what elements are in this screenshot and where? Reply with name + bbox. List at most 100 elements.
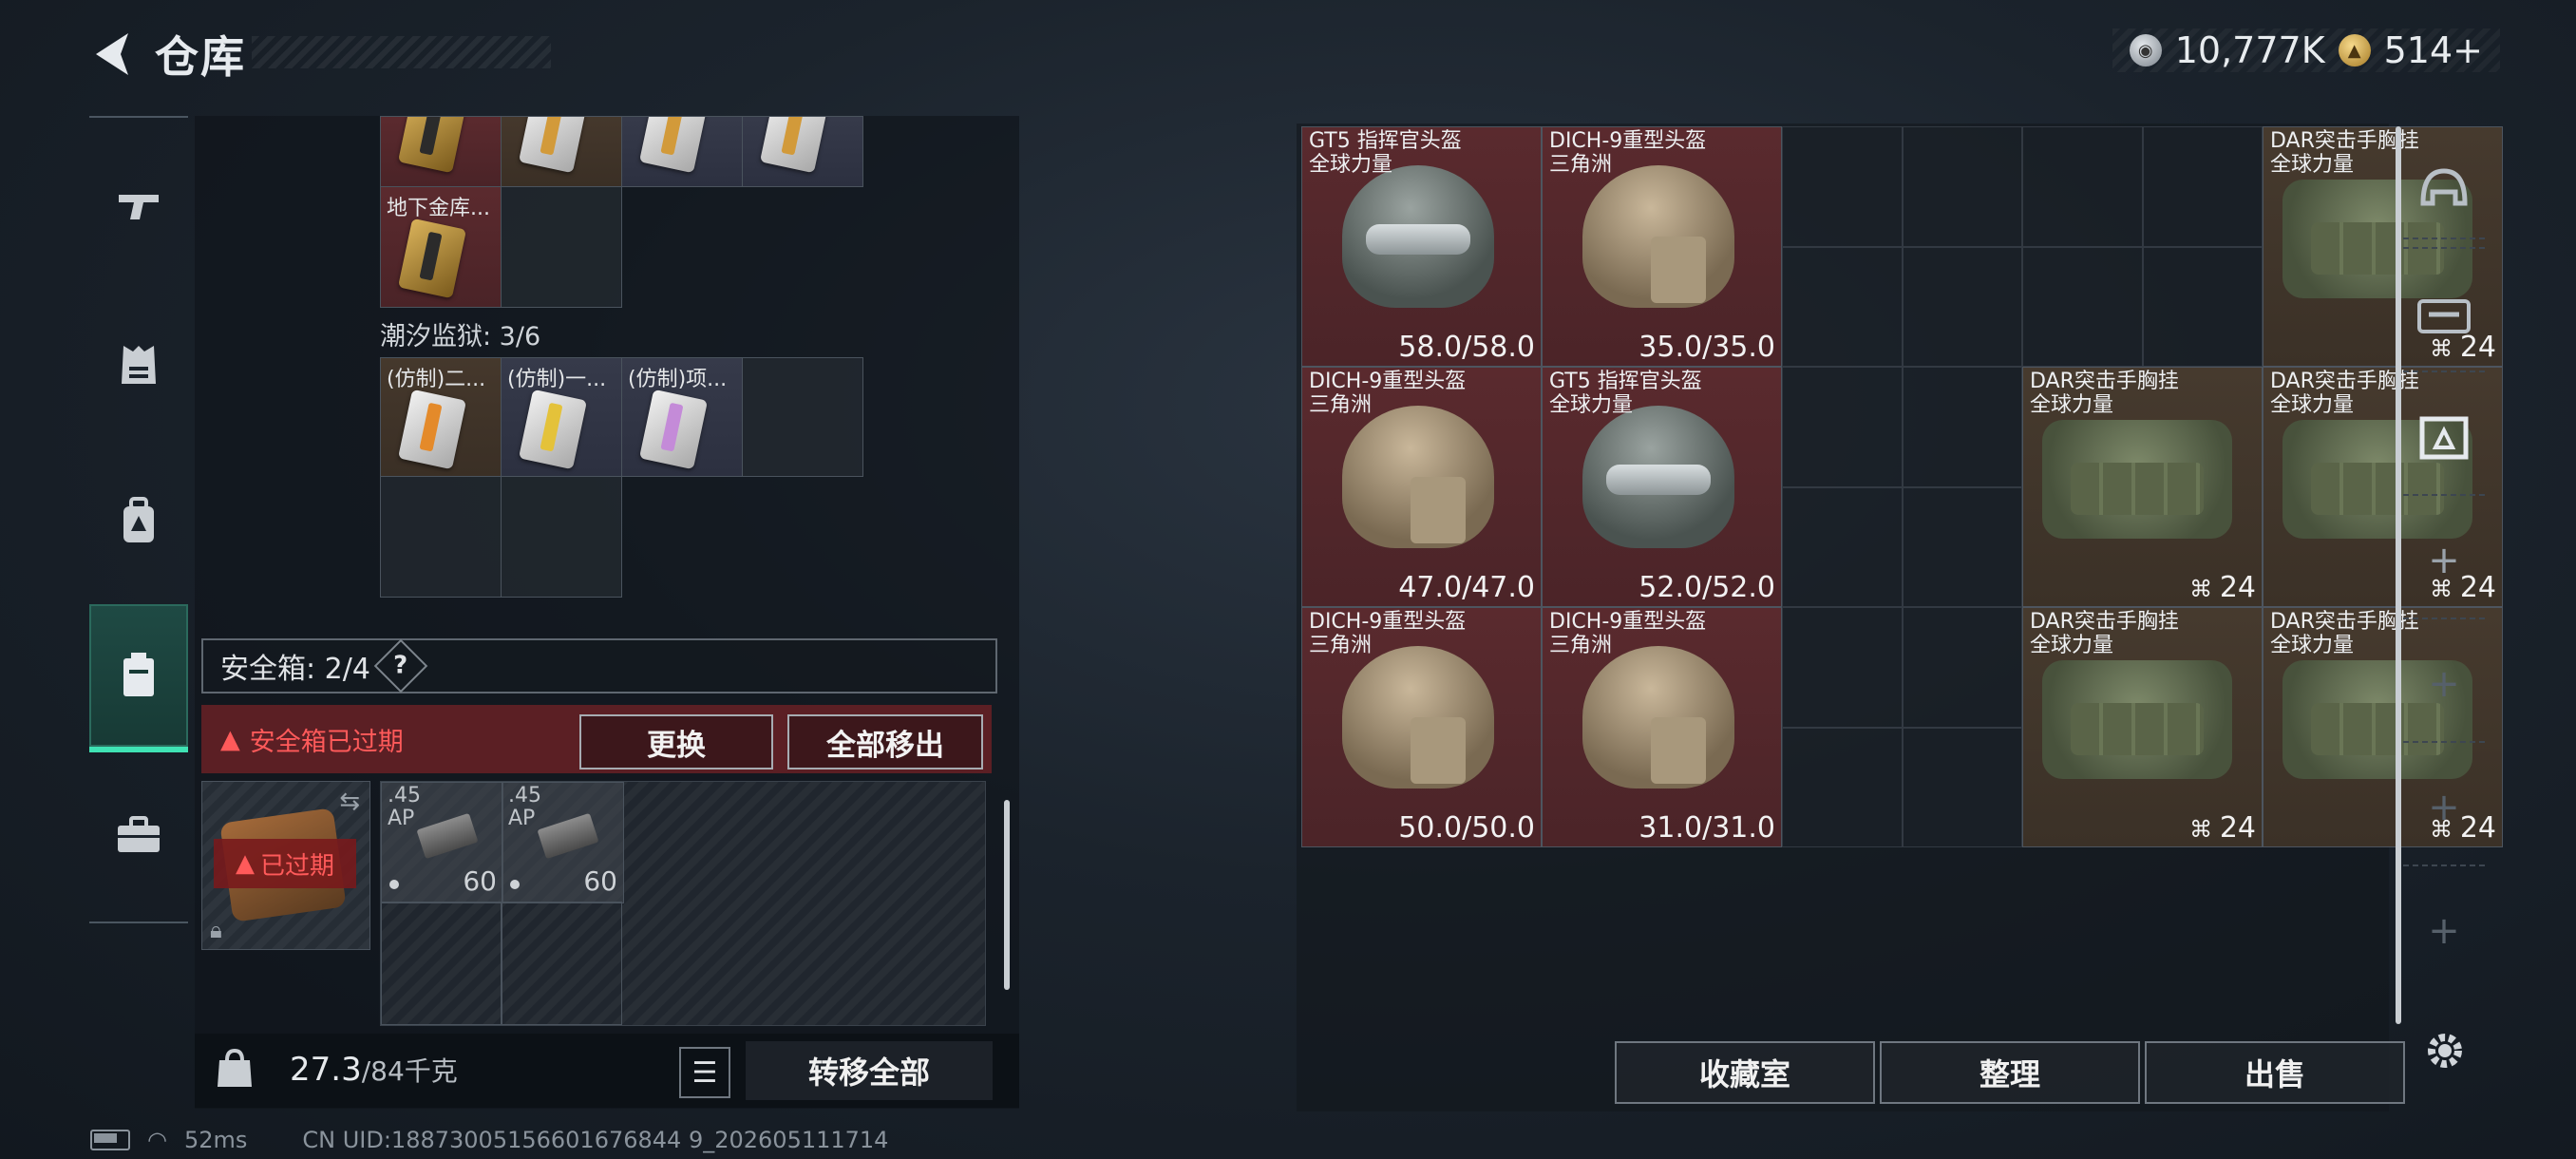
empty-slot[interactable] <box>1902 607 2022 728</box>
list-view-button[interactable]: ☰ <box>679 1047 730 1098</box>
empty-slot[interactable] <box>2022 126 2143 247</box>
empty-slot[interactable] <box>1902 486 2022 607</box>
durability-value: 50.0/50.0 <box>1398 811 1535 845</box>
tab-weapon-case[interactable] <box>2403 256 2485 372</box>
empty-slot[interactable] <box>742 357 863 477</box>
item-helmet[interactable]: DICH-9重型头盔 三角洲 50.0/50.0 <box>1301 607 1542 847</box>
item-name: GT5 指挥官头盔 全球力量 <box>1549 370 1702 417</box>
capacity-icon: ⌘ <box>2189 816 2220 843</box>
help-icon[interactable]: ? <box>373 638 428 694</box>
item-name: GT5 指挥官头盔 全球力量 <box>1309 129 1462 177</box>
item-helmet[interactable]: GT5 指挥官头盔 全球力量 52.0/52.0 <box>1542 367 1782 607</box>
safe-case-icon <box>123 653 154 696</box>
empty-slot[interactable] <box>1782 727 1903 847</box>
empty-slot[interactable] <box>2022 246 2143 367</box>
ping-readout: 52ms <box>183 1127 248 1153</box>
left-scrollbar[interactable] <box>1004 800 1010 990</box>
item-name: DAR突击手胸挂 全球力量 <box>2030 370 2179 417</box>
case-expired-badge: ▲ 已过期 <box>214 839 356 888</box>
empty-slot[interactable] <box>1782 126 1903 247</box>
item-chest-rig[interactable]: DAR突击手胸挂 全球力量 ⌘ 24 <box>2022 367 2263 607</box>
empty-slot[interactable] <box>2142 246 2263 367</box>
add-storage-1[interactable]: + <box>2403 504 2485 619</box>
transfer-all-button[interactable]: 转移全部 <box>746 1041 993 1100</box>
item-chest-rig[interactable]: DAR突击手胸挂 全球力量 ⌘ 24 <box>2022 607 2263 847</box>
durability-value: 52.0/52.0 <box>1638 571 1775 604</box>
item-slot-prison[interactable]: (仿制)二... <box>380 357 502 477</box>
kg-weight-icon <box>216 1047 254 1092</box>
helmet-image <box>1342 406 1494 548</box>
add-storage-3[interactable]: + <box>2403 750 2485 866</box>
item-name: DAR突击手胸挂 全球力量 <box>2030 610 2179 657</box>
item-slot[interactable] <box>742 116 863 187</box>
nav-armor[interactable] <box>89 294 188 436</box>
collection-room-button[interactable]: 收藏室 <box>1615 1041 1875 1104</box>
helmet-image <box>1582 406 1734 548</box>
nav-weapons[interactable] <box>89 135 188 277</box>
back-arrow-icon[interactable] <box>90 29 134 79</box>
status-bar: ◠ 52ms CN UID:18873005156601676844 9_202… <box>90 1127 888 1153</box>
empty-slot[interactable] <box>501 476 622 598</box>
capacity-icon: ⌘ <box>2189 576 2220 602</box>
empty-slot[interactable] <box>1902 367 2022 487</box>
item-slot[interactable] <box>621 116 743 187</box>
empty-slot[interactable] <box>1782 246 1903 367</box>
empty-slot[interactable] <box>1782 486 1903 607</box>
item-helmet[interactable]: DICH-9重型头盔 三角洲 31.0/31.0 <box>1542 607 1782 847</box>
vest-icon <box>122 346 156 384</box>
add-storage-4[interactable]: + <box>2403 874 2485 988</box>
organize-button[interactable]: 整理 <box>1880 1041 2140 1104</box>
tab-helmet-storage[interactable] <box>2403 133 2485 249</box>
empty-slot[interactable] <box>2142 126 2263 247</box>
sell-button[interactable]: 出售 <box>2145 1041 2405 1104</box>
expired-warning-text: 安全箱已过期 <box>249 727 404 757</box>
nav-backpack[interactable] <box>89 450 188 593</box>
item-slot[interactable] <box>501 116 622 187</box>
item-helmet[interactable]: GT5 指挥官头盔 全球力量 58.0/58.0 <box>1301 126 1542 367</box>
lock-icon: 🔒︎ <box>210 917 222 943</box>
category-sidebar <box>89 116 188 923</box>
uid-readout: CN UID:18873005156601676844 9_2026051117… <box>302 1127 889 1153</box>
empty-slot[interactable] <box>502 902 622 1025</box>
empty-slot[interactable] <box>501 186 622 308</box>
item-slot-vault-card[interactable]: 地下金库... <box>380 186 502 308</box>
item-slot-prison[interactable]: (仿制)一... <box>501 357 622 477</box>
nav-safe-case[interactable] <box>89 604 188 752</box>
capacity-value: ⌘ 24 <box>2189 811 2256 845</box>
nav-briefcase[interactable] <box>89 764 188 906</box>
warehouse-grid: GT5 指挥官头盔 全球力量 58.0/58.0 DICH-9重型头盔 三角洲 35.0/… <box>1301 126 2503 853</box>
empty-slot[interactable] <box>380 476 502 598</box>
ammo-slot[interactable]: .45 AP 60 <box>381 782 503 903</box>
add-storage-2[interactable]: + <box>2403 627 2485 743</box>
move-all-out-button[interactable]: 全部移出 <box>787 714 983 770</box>
replace-button[interactable]: 更换 <box>579 714 773 770</box>
plus-icon: + <box>2428 786 2460 829</box>
gear-icon[interactable] <box>2420 1026 2470 1079</box>
empty-slot[interactable] <box>1902 246 2022 367</box>
chest-rig-image <box>2042 420 2232 539</box>
helmet-image <box>1582 646 1734 788</box>
empty-slot[interactable] <box>1902 727 2022 847</box>
item-helmet[interactable]: DICH-9重型头盔 三角洲 47.0/47.0 <box>1301 367 1542 607</box>
empty-slot[interactable] <box>381 902 502 1025</box>
helmet-image <box>1342 646 1494 788</box>
empty-slot[interactable] <box>1782 367 1903 487</box>
swap-icon[interactable]: ⇆ <box>339 788 360 816</box>
plus-icon: + <box>2428 662 2460 706</box>
item-slot-prison[interactable]: (仿制)项... <box>621 357 743 477</box>
gun-case-icon <box>2417 299 2471 333</box>
list-icon: ☰ <box>691 1055 718 1090</box>
tab-loot-box[interactable] <box>2403 380 2485 496</box>
chest-rig-image <box>2042 660 2232 779</box>
loot-box-icon <box>2419 416 2469 460</box>
item-helmet[interactable]: DICH-9重型头盔 三角洲 35.0/35.0 <box>1542 126 1782 367</box>
safe-case-slot[interactable]: ▲ 已过期 ⇆ 🔒︎ <box>201 781 370 950</box>
gun-icon <box>119 195 159 219</box>
warning-icon: ▲ <box>220 724 240 754</box>
empty-slot[interactable] <box>1902 126 2022 247</box>
empty-slot[interactable] <box>1782 607 1903 728</box>
ammo-slot[interactable]: .45 AP 60 <box>502 782 624 903</box>
warehouse-scrollbar[interactable] <box>2396 126 2401 1024</box>
durability-value: 58.0/58.0 <box>1398 331 1535 364</box>
item-slot[interactable] <box>380 116 502 187</box>
